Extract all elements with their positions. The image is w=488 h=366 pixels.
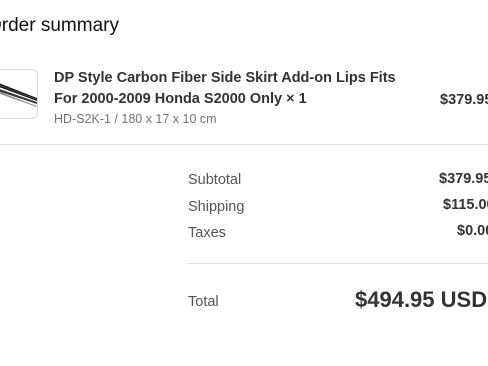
total-label: Total	[188, 294, 219, 310]
divider	[187, 263, 488, 264]
product-variant: HD-S2K-1 / 180 x 17 x 10 cm	[54, 112, 217, 126]
order-summary-heading: Order summary	[0, 15, 119, 36]
side-skirt-image-icon	[0, 83, 37, 107]
taxes-label: Taxes	[188, 225, 226, 241]
product-thumbnail	[0, 69, 38, 119]
product-title-line1: DP Style Carbon Fiber Side Skirt Add-on …	[54, 70, 396, 86]
subtotal-label: Subtotal	[188, 172, 242, 188]
product-title-line2: For 2000-2009 Honda S2000 Only × 1	[54, 91, 307, 107]
divider	[0, 144, 488, 145]
product-title[interactable]: DP Style Carbon Fiber Side Skirt Add-on …	[54, 68, 424, 110]
subtotal-value: $379.95	[439, 171, 488, 187]
shipping-label: Shipping	[188, 199, 245, 215]
total-value: $494.95 USD	[355, 287, 488, 312]
taxes-value: $0.00	[457, 223, 488, 239]
product-price: $379.95	[440, 92, 488, 108]
order-summary-panel: Order summary DP Style Carbon Fiber Side…	[0, 0, 488, 366]
shipping-value: $115.00	[443, 197, 488, 213]
